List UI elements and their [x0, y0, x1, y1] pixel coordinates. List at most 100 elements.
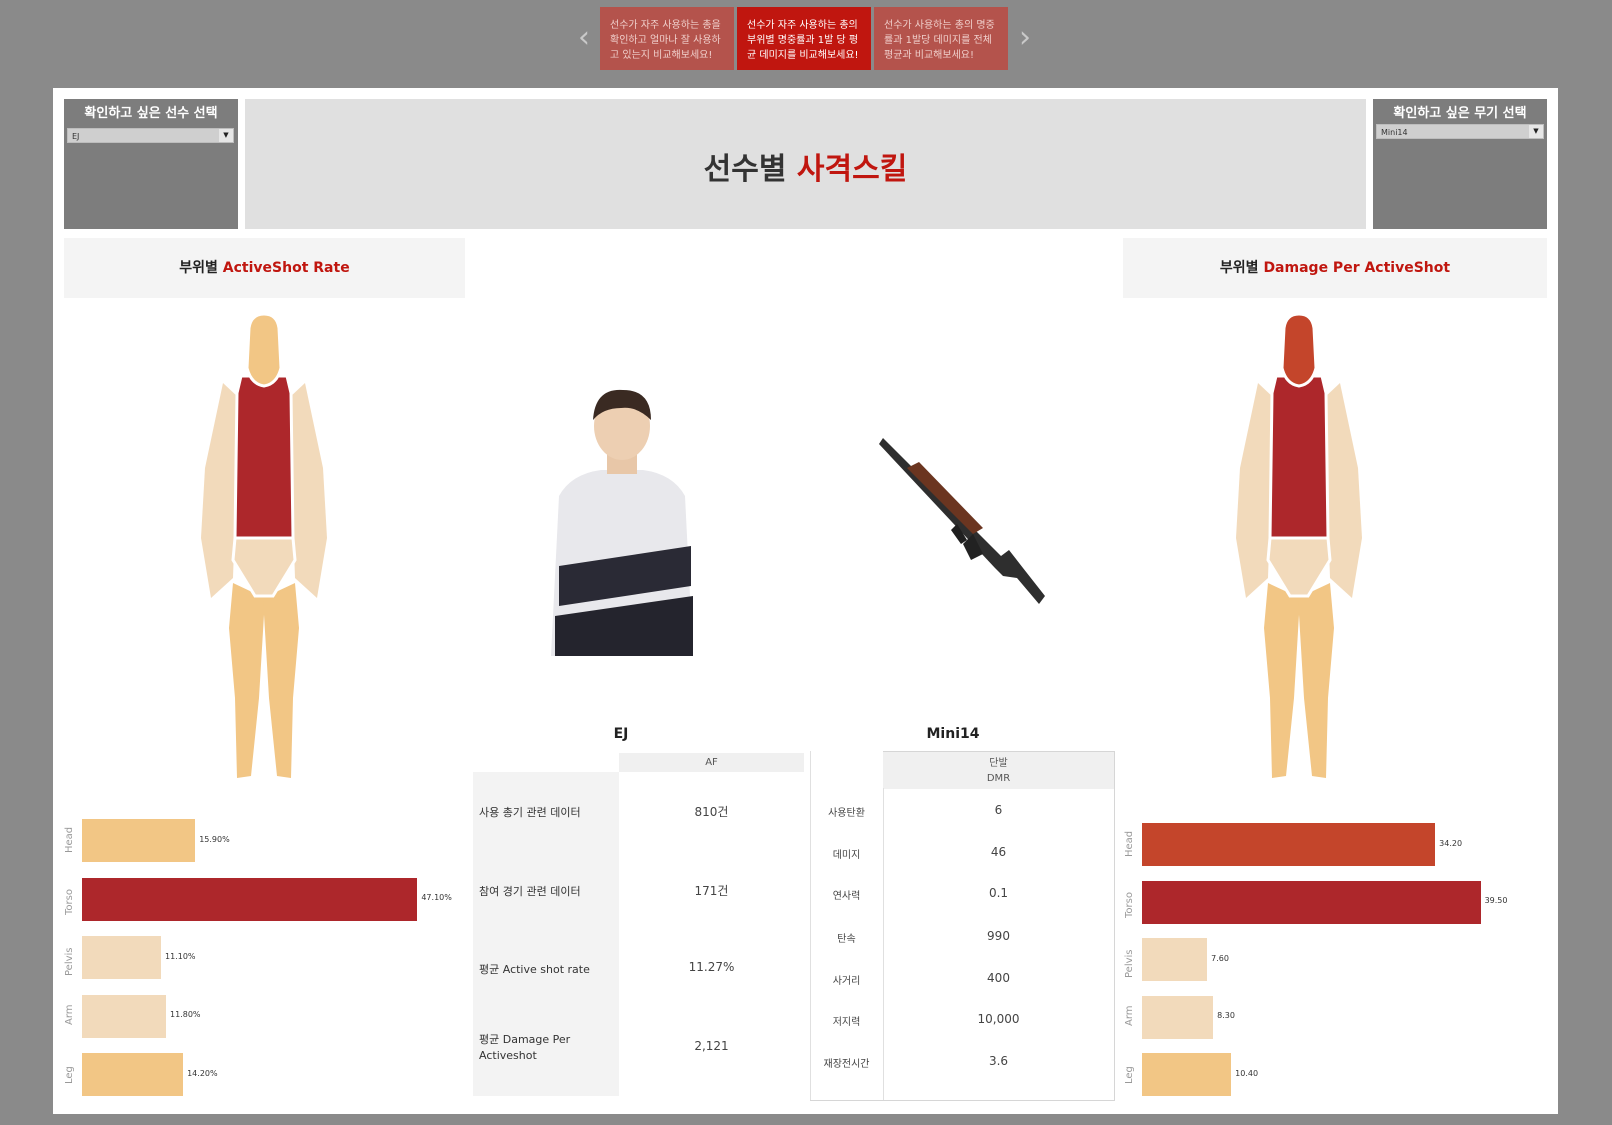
- weapon-table-row-value: 400: [987, 971, 1010, 985]
- activeshot-rate-bar-torso: [82, 877, 418, 921]
- body-leg-right: [263, 583, 299, 778]
- player-table-row-label: 평균 Damage Per Activeshot: [479, 1033, 571, 1062]
- player-filter: 확인하고 싶은 선수 선택 EJ ▼: [64, 99, 238, 229]
- player-table-row-value: 2,121: [694, 1039, 729, 1053]
- dashboard: 확인하고 싶은 선수 선택 EJ ▼ 선수별 사격스킬 확인하고 싶은 무기 선…: [53, 88, 1558, 1114]
- prev-story-button[interactable]: ‹: [574, 20, 594, 56]
- story-tab-2[interactable]: 선수가 자주 사용하는 총의 부위별 명중률과 1발 당 평균 데미지를 비교해…: [737, 7, 871, 70]
- activeshot-rate-bar-label: 47.10%: [421, 893, 452, 902]
- damage-per-activeshot-bar-label: 8.30: [1217, 1011, 1235, 1020]
- activeshot-rate-category-label: Arm: [64, 1004, 75, 1026]
- activeshot-rate-bar-label: 15.90%: [199, 834, 230, 844]
- damage-per-activeshot-bar-leg: [1142, 1053, 1232, 1096]
- activeshot-rate-bar-head: [82, 819, 196, 862]
- damage-per-activeshot-category-label: Head: [1124, 830, 1135, 857]
- activeshot-rate-category-label: Pelvis: [64, 947, 75, 977]
- player-select[interactable]: EJ ▼: [67, 128, 234, 143]
- weapon-table-border: [1114, 751, 1115, 1101]
- weapon-fire-mode: 단발: [989, 758, 1008, 769]
- weapon-select-value: Mini14: [1381, 128, 1408, 137]
- body-torso: [233, 374, 295, 540]
- chevron-left-icon: ‹: [578, 20, 590, 55]
- activeshot-rate-category-label: Leg: [64, 1065, 75, 1084]
- player-table-row-label: 평균 Active shot rate: [479, 963, 590, 976]
- weapon-table-row-label: 저지력: [832, 1017, 861, 1028]
- body-head: [245, 312, 283, 388]
- story-tab-1[interactable]: 선수가 자주 사용하는 총을 확인하고 얼마나 잘 사용하고 있는지 비교해보세…: [600, 7, 734, 70]
- next-story-button[interactable]: ›: [1015, 20, 1035, 56]
- weapon-filter-title: 확인하고 싶은 무기 선택: [1393, 106, 1527, 121]
- chevron-right-icon: ›: [1019, 20, 1031, 55]
- player-table-header: AF: [619, 753, 804, 772]
- chevron-down-icon: ▼: [1529, 125, 1543, 138]
- body-arm-right: [289, 383, 327, 598]
- player-photo: [551, 389, 693, 656]
- activeshot-rate-bar-arm: [82, 994, 167, 1038]
- weapon-image: [879, 438, 1045, 604]
- weapon-table-row-label: 재장전시간: [823, 1059, 870, 1070]
- weapon-table-row-label: 탄속: [837, 934, 856, 945]
- body-leg-right: [1298, 583, 1334, 778]
- chevron-down-icon: ▼: [219, 129, 233, 142]
- player-name: EJ: [613, 726, 629, 742]
- weapon-table-row-value: 990: [987, 929, 1010, 943]
- weapon-table-row-label: 연사력: [832, 891, 861, 902]
- body-arm-right: [1324, 383, 1362, 598]
- body-torso: [1268, 374, 1330, 540]
- body-pelvis: [231, 536, 297, 598]
- activeshot-rate-bar-label: 11.80%: [170, 1010, 201, 1019]
- damage-per-activeshot-bar-label: 34.20: [1439, 838, 1463, 848]
- weapon-filter: 확인하고 싶은 무기 선택 Mini14 ▼: [1373, 99, 1547, 229]
- activeshot-rate-category-label: Head: [64, 826, 75, 853]
- story-tab-label: 선수가 자주 사용하는 총의 부위별 명중률과 1발 당 평균 데미지를 비교해…: [747, 20, 859, 61]
- damage-per-activeshot-bar-arm: [1142, 995, 1214, 1039]
- activeshot-rate-bar-label: 11.10%: [165, 951, 196, 961]
- damage-per-activeshot-category-label: Leg: [1124, 1065, 1135, 1084]
- activeshot-rate-bar-leg: [82, 1053, 184, 1096]
- activeshot-body-map: [201, 312, 327, 778]
- activeshot-rate-bar-pelvis: [82, 936, 162, 979]
- weapon-table-row-label: 사거리: [832, 976, 861, 987]
- weapon-table-row-label: 데미지: [832, 850, 861, 861]
- weapon-select[interactable]: Mini14 ▼: [1376, 124, 1544, 139]
- damage-per-activeshot-bar-head: [1142, 823, 1436, 866]
- activeshot-rate-category-label: Torso: [64, 888, 75, 915]
- player-table-row-label: 참여 경기 관련 데이터: [479, 885, 581, 898]
- damage-per-activeshot-category-label: Torso: [1124, 891, 1135, 918]
- story-tab-label: 선수가 사용하는 총의 명중률과 1발당 데미지를 전체 평균과 비교해보세요!: [884, 20, 995, 61]
- body-head: [1280, 312, 1318, 388]
- player-filter-title: 확인하고 싶은 선수 선택: [84, 106, 218, 121]
- damage-per-activeshot-bar-label: 10.40: [1235, 1068, 1259, 1078]
- weapon-table-row-value: 10,000: [977, 1012, 1020, 1026]
- weapon-table-row-value: 0.1: [988, 886, 1009, 900]
- damage-per-activeshot-bar-label: 7.60: [1211, 953, 1229, 963]
- page-title: 선수별 사격스킬: [703, 152, 908, 187]
- activeshot-rate-header: 부위별 ActiveShot Rate: [64, 238, 465, 298]
- activeshot-rate-bar-label: 14.20%: [187, 1068, 218, 1078]
- weapon-table-row-value: 3.6: [988, 1054, 1009, 1068]
- damage-per-activeshot-bar-torso: [1142, 880, 1481, 924]
- weapon-table-row-value: 46: [990, 845, 1007, 859]
- damage-per-activeshot-bar-label: 39.50: [1484, 896, 1508, 905]
- player-select-value: EJ: [72, 132, 80, 141]
- weapon-name: Mini14: [926, 726, 980, 742]
- weapon-table-row-label: 사용탄환: [828, 808, 865, 819]
- body-leg-left: [229, 583, 265, 778]
- player-table-row-value: 171건: [694, 884, 729, 898]
- player-table-row-value: 11.27%: [688, 960, 735, 974]
- weapon-table-row-value: 6: [994, 803, 1003, 817]
- damage-per-activeshot-header: 부위별 Damage Per ActiveShot: [1123, 238, 1547, 298]
- weapon-class: DMR: [986, 773, 1011, 784]
- body-pelvis: [1266, 536, 1332, 598]
- body-leg-left: [1264, 583, 1300, 778]
- weapon-table-header: 단발 DMR: [883, 751, 1115, 789]
- damage-body-map: [1236, 312, 1362, 778]
- body-arm-left: [1236, 383, 1274, 598]
- title-panel: 선수별 사격스킬: [245, 99, 1366, 229]
- story-tab-label: 선수가 자주 사용하는 총을 확인하고 얼마나 잘 사용하고 있는지 비교해보세…: [610, 20, 721, 61]
- weapon-table-border: [810, 1100, 1115, 1101]
- player-table-row-label: 사용 총기 관련 데이터: [479, 806, 581, 819]
- story-tab-3[interactable]: 선수가 사용하는 총의 명중률과 1발당 데미지를 전체 평균과 비교해보세요!: [874, 7, 1008, 70]
- damage-per-activeshot-category-label: Pelvis: [1124, 949, 1135, 979]
- body-arm-left: [201, 383, 239, 598]
